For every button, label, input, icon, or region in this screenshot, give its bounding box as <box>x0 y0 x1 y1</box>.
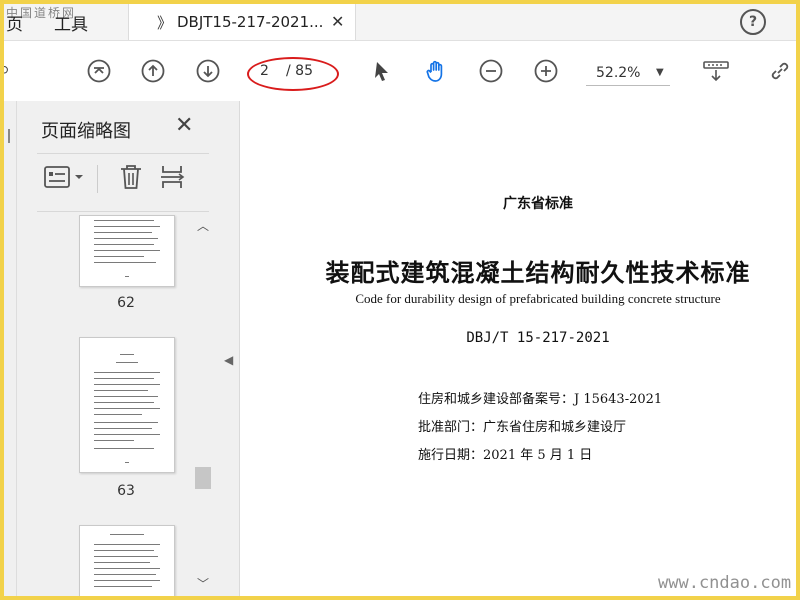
bracket-icon <box>8 129 14 143</box>
thumbnail-page-62[interactable] <box>79 215 175 287</box>
zoom-out-icon[interactable] <box>479 59 503 83</box>
scroll-mode-icon[interactable] <box>702 59 730 83</box>
thumbnail-scrollbar[interactable]: ︿ ﹀ <box>193 213 213 593</box>
thumbnail-label: 63 <box>117 483 135 499</box>
approving-department: 批准部门：广东省住房和城乡建设厅 <box>418 420 627 435</box>
watermark-bottom: www.cndao.com <box>658 573 792 593</box>
thumbnail-page-next[interactable] <box>79 525 175 596</box>
record-number: 住房和城乡建设部备案号：J 15643-2021 <box>418 392 663 407</box>
select-arrow-icon[interactable] <box>370 59 394 83</box>
toolbar: ⌕ 2 / 85 52.2% ▼ <box>4 41 796 102</box>
divider <box>37 153 209 154</box>
document-tab-label: DBJT15-217-2021... <box>177 13 324 31</box>
delete-page-icon[interactable] <box>117 163 145 191</box>
thumbnail-panel: 页面缩略图 ✕ 62 63 ︿ ﹀ <box>17 101 219 596</box>
tab-home[interactable]: 页 <box>6 10 23 35</box>
app-window: 中国道桥网 页 工具 》 DBJT15-217-2021... ✕ ? ⌕ 2 … <box>4 4 796 596</box>
zoom-select[interactable]: 52.2% ▼ <box>586 63 670 86</box>
divider <box>97 165 98 193</box>
scrollbar-thumb[interactable] <box>195 467 211 489</box>
collapse-left-icon: ◀ <box>224 353 234 367</box>
document-page: 广东省标准 装配式建筑混凝土结构耐久性技术标准 Code for durabil… <box>240 101 796 596</box>
tab-tools[interactable]: 工具 <box>54 10 88 35</box>
previous-page-icon[interactable] <box>141 59 165 83</box>
close-tab-icon[interactable]: ✕ <box>331 12 344 31</box>
link-icon[interactable] <box>768 59 792 83</box>
tab-bar: 中国道桥网 页 工具 》 DBJT15-217-2021... ✕ ? <box>4 4 796 41</box>
red-highlight-oval <box>247 57 339 91</box>
extract-page-icon[interactable] <box>159 163 187 191</box>
document-title-cn: 装配式建筑混凝土结构耐久性技术标准 <box>325 258 751 287</box>
first-page-icon[interactable] <box>87 59 111 83</box>
divider <box>37 211 209 212</box>
thumbnail-page-63[interactable] <box>79 337 175 473</box>
tab-document[interactable]: 》 DBJT15-217-2021... ✕ <box>128 4 356 40</box>
chevron-down-icon: ▼ <box>656 67 664 78</box>
navigation-pane-strip[interactable] <box>4 101 17 596</box>
help-icon[interactable]: ? <box>740 9 766 35</box>
zoom-in-icon[interactable] <box>534 59 558 83</box>
thumbnail-label: 62 <box>117 295 135 311</box>
search-icon[interactable]: ⌕ <box>4 57 10 82</box>
standard-type: 广东省标准 <box>503 196 573 212</box>
zoom-value: 52.2% <box>596 65 641 81</box>
collapse-panel-handle[interactable]: ◀ <box>219 101 240 596</box>
scroll-up-icon[interactable]: ︿ <box>197 217 209 234</box>
document-title-en: Code for durability design of prefabrica… <box>355 291 721 306</box>
standard-code: DBJ/T 15-217-2021 <box>466 330 610 346</box>
effective-date: 施行日期：2021 年 5 月 1 日 <box>418 448 593 463</box>
hand-tool-icon[interactable] <box>424 59 448 83</box>
close-panel-icon[interactable]: ✕ <box>175 113 193 138</box>
chevron-right-icon: 》 <box>157 14 173 32</box>
scroll-down-icon[interactable]: ﹀ <box>197 575 209 592</box>
panel-title: 页面缩略图 <box>41 121 131 142</box>
thumbnail-options-icon[interactable] <box>43 163 89 191</box>
next-page-icon[interactable] <box>196 59 220 83</box>
